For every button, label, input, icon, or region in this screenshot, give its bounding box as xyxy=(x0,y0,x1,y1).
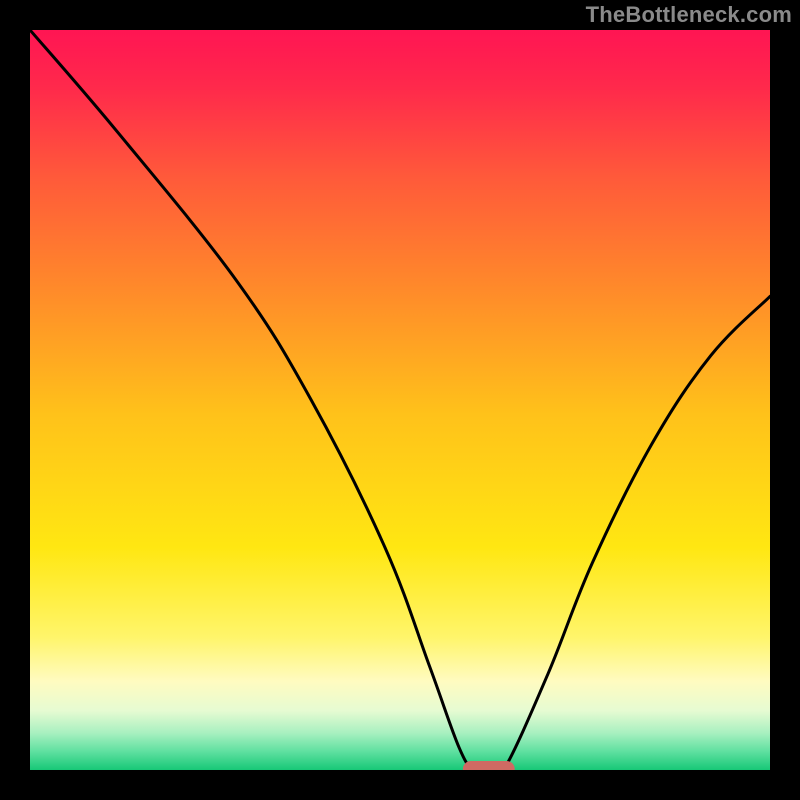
plot-area xyxy=(30,30,770,770)
gradient-background xyxy=(30,30,770,770)
chart-frame: TheBottleneck.com xyxy=(0,0,800,800)
watermark-text: TheBottleneck.com xyxy=(586,2,792,28)
optimal-marker xyxy=(463,761,515,770)
bottleneck-chart xyxy=(30,30,770,770)
